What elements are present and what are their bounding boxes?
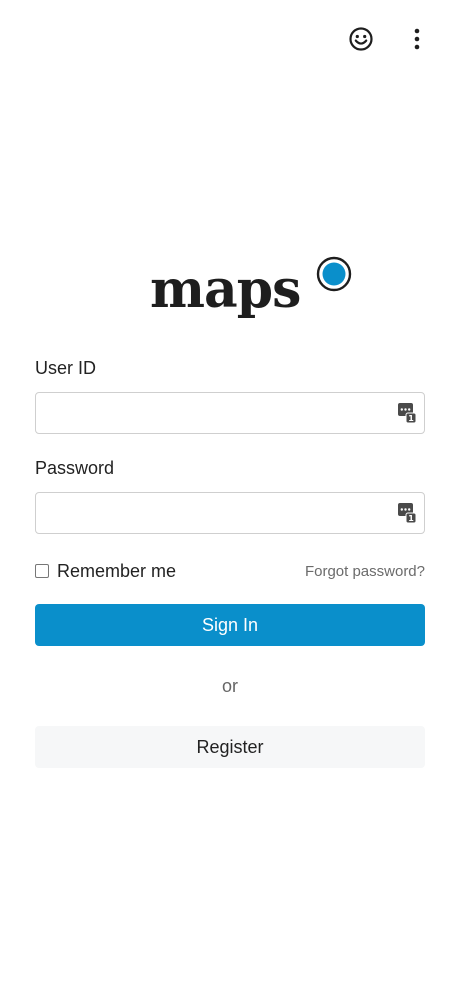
login-screen: maps User ID 1 Password 1 Remember me Fo… (0, 0, 460, 996)
password-manager-icon[interactable]: 1 (397, 502, 417, 524)
remember-me-label[interactable]: Remember me (57, 561, 176, 582)
password-field-wrapper: 1 (35, 492, 425, 534)
maps-logo: maps (150, 256, 360, 334)
or-divider-text: or (221, 676, 238, 696)
forgot-password-link[interactable]: Forgot password? (305, 563, 425, 580)
svg-text:1: 1 (408, 514, 414, 523)
smiley-face-icon[interactable] (346, 24, 376, 54)
more-vertical-icon[interactable] (402, 24, 432, 54)
password-input[interactable] (35, 492, 425, 534)
password-manager-icon[interactable]: 1 (397, 402, 417, 424)
password-label: Password (35, 458, 115, 478)
user-id-label: User ID (35, 358, 97, 378)
remember-me-checkbox[interactable] (35, 564, 49, 578)
remember-forgot-row: Remember me Forgot password? (35, 556, 425, 586)
svg-text:1: 1 (408, 414, 414, 423)
login-form: User ID 1 Password 1 Remember me Forgot … (35, 356, 425, 768)
user-id-field-wrapper: 1 (35, 392, 425, 434)
register-button[interactable]: Register (35, 726, 425, 768)
sign-in-button[interactable]: Sign In (35, 604, 425, 646)
user-id-input[interactable] (35, 392, 425, 434)
remember-me-control[interactable]: Remember me (35, 561, 176, 582)
logo-dot-icon (316, 256, 352, 292)
top-bar (346, 24, 432, 54)
logo-wordmark: maps (150, 259, 301, 320)
